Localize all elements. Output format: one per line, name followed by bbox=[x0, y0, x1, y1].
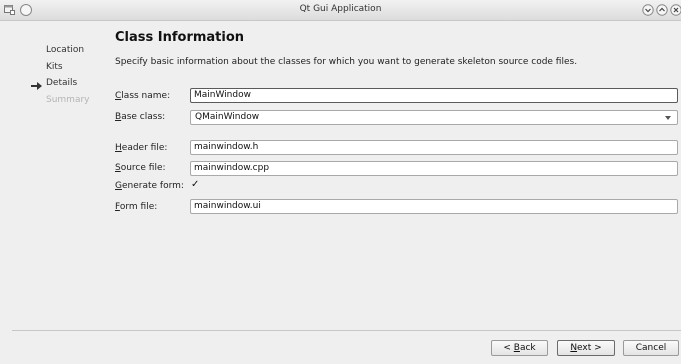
class-name-input[interactable]: MainWindow bbox=[190, 88, 678, 103]
button-divider bbox=[12, 330, 681, 331]
generate-form-label: Generate form: bbox=[115, 181, 184, 191]
minimize-icon[interactable] bbox=[642, 4, 654, 16]
back-button[interactable]: < Back bbox=[491, 340, 548, 356]
maximize-icon[interactable] bbox=[656, 4, 668, 16]
window-title: Qt Gui Application bbox=[299, 4, 382, 14]
step-summary: Summary bbox=[46, 95, 90, 105]
base-class-value: QMainWindow bbox=[195, 112, 260, 122]
chevron-down-icon bbox=[665, 116, 671, 120]
wizard-window: Qt Gui Application Location Kits Details… bbox=[0, 0, 681, 364]
header-file-label: Header file: bbox=[115, 143, 168, 153]
header-file-input[interactable]: mainwindow.h bbox=[190, 140, 678, 155]
next-button[interactable]: Next > bbox=[557, 340, 615, 356]
generate-form-checkbox[interactable]: ✓ bbox=[191, 180, 201, 190]
step-details: Details bbox=[46, 78, 78, 88]
arrow-right-icon bbox=[31, 82, 42, 90]
cancel-button[interactable]: Cancel bbox=[623, 340, 679, 356]
step-location: Location bbox=[46, 45, 85, 55]
title-bar[interactable]: Qt Gui Application bbox=[0, 0, 681, 21]
page-description: Specify basic information about the clas… bbox=[115, 57, 578, 67]
source-file-input[interactable]: mainwindow.cpp bbox=[190, 161, 678, 176]
page-title: Class Information bbox=[115, 30, 245, 45]
form-file-label: Form file: bbox=[115, 202, 158, 212]
base-class-dropdown[interactable]: QMainWindow bbox=[190, 110, 678, 125]
source-file-label: Source file: bbox=[115, 163, 166, 173]
base-class-label: Base class: bbox=[115, 112, 166, 122]
close-icon[interactable] bbox=[670, 4, 681, 16]
step-kits: Kits bbox=[46, 62, 63, 72]
form-file-input[interactable]: mainwindow.ui bbox=[190, 199, 678, 214]
class-name-label: Class name: bbox=[115, 91, 171, 101]
